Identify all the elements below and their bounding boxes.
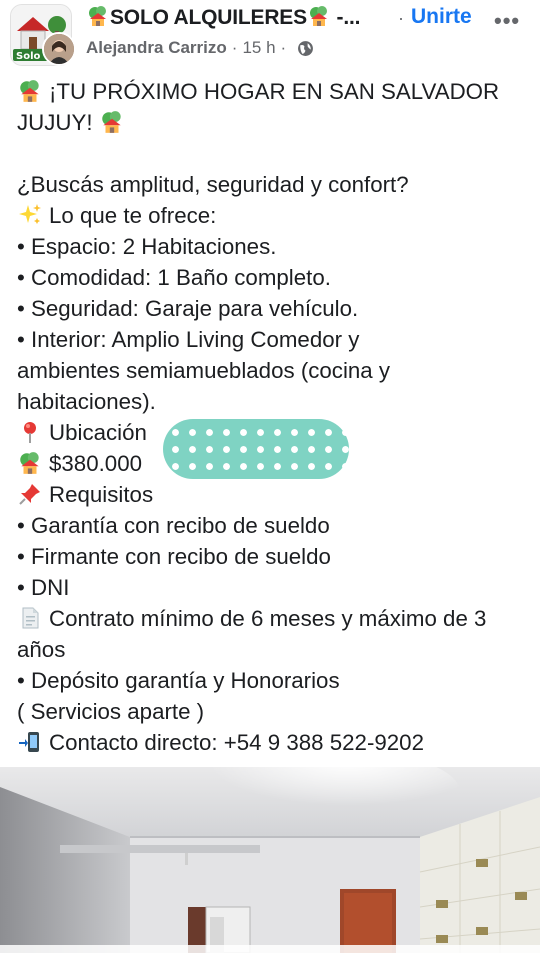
user-photo-icon	[44, 34, 74, 64]
house-with-tree-icon	[89, 6, 106, 26]
post-body: ¡TU PRÓXIMO HOGAR EN SAN SALVADOR JUJUY!…	[17, 76, 532, 758]
post-headline-line: ¡TU PRÓXIMO HOGAR EN SAN SALVADOR JUJUY!	[17, 76, 527, 138]
house-with-tree-icon	[20, 452, 39, 474]
location-label: Ubicación	[49, 420, 147, 445]
contract-text: Contrato mínimo de 6 meses y máximo de 3…	[17, 606, 487, 662]
separator-dot: ·	[231, 38, 238, 57]
requirement-item: • Firmante con recibo de sueldo	[17, 544, 331, 569]
page-document-icon	[22, 607, 39, 629]
offer-intro: Lo que te ofrece:	[49, 203, 217, 228]
author-avatar[interactable]	[42, 32, 76, 66]
offer-intro-line: Lo que te ofrece:	[17, 200, 532, 231]
sparkles-icon	[19, 204, 41, 224]
deposit-line: • Depósito garantía y Honorarios	[17, 668, 340, 693]
post-headline: ¡TU PRÓXIMO HOGAR EN SAN SALVADOR JUJUY!	[17, 79, 500, 135]
services-line: ( Servicios aparte )	[17, 699, 205, 724]
post-photo[interactable]	[0, 767, 540, 953]
apartment-interior-photo	[0, 767, 540, 953]
more-options-button[interactable]: •••	[494, 8, 520, 34]
requirement-item: • Garantía con recibo de sueldo	[17, 513, 330, 538]
round-pushpin-icon	[24, 422, 36, 443]
feature-item: • Comodidad: 1 Baño completo.	[17, 265, 331, 290]
feature-item: • Seguridad: Garaje para vehículo.	[17, 296, 359, 321]
house-with-tree-icon	[101, 111, 121, 133]
post-header: Solo SOLO ALQUILERES -... · Unirte ••• A…	[0, 0, 540, 70]
group-name-suffix: -...	[336, 6, 361, 29]
post-meta: Alejandra Carrizo · 15 h ·	[86, 38, 314, 58]
requirements-header-line: Requisitos	[17, 479, 532, 510]
house-with-tree-icon	[20, 80, 39, 102]
house-with-tree-icon	[309, 6, 327, 26]
post-question: ¿Buscás amplitud, seguridad y confort?	[17, 172, 409, 197]
mobile-phone-arrow-icon	[19, 732, 39, 752]
post-time[interactable]: 15 h	[242, 38, 275, 58]
svg-text:Solo: Solo	[16, 51, 41, 62]
requirements-label: Requisitos	[49, 482, 154, 507]
join-button[interactable]: Unirte	[411, 5, 472, 29]
contact-text: Contacto directo: +54 9 388 522-9202	[49, 730, 424, 755]
contract-line: Contrato mínimo de 6 meses y máximo de 3…	[17, 603, 517, 665]
requirement-item: • DNI	[17, 575, 70, 600]
feature-item: • Espacio: 2 Habitaciones.	[17, 234, 277, 259]
globe-icon	[298, 40, 314, 56]
contact-line: Contacto directo: +54 9 388 522-9202	[17, 727, 532, 758]
separator-dot: ·	[398, 8, 404, 28]
author-name[interactable]: Alejandra Carrizo	[86, 38, 227, 58]
group-name[interactable]: SOLO ALQUILERES -...	[86, 5, 360, 30]
separator-dot: ·	[280, 38, 287, 57]
redaction-overlay	[163, 419, 349, 479]
feature-item: • Interior: Amplio Living Comedor y ambi…	[17, 327, 391, 414]
group-name-text: SOLO ALQUILERES	[110, 6, 307, 29]
price: $380.000	[49, 451, 142, 476]
pushpin-icon	[19, 484, 40, 505]
